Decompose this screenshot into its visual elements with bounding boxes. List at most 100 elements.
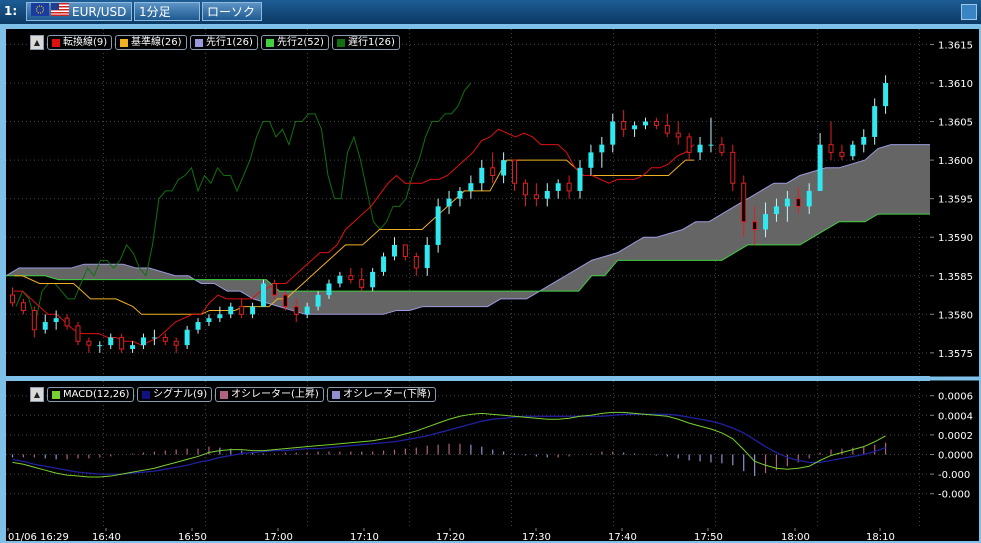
candle-body: [664, 124, 670, 134]
legend-item-chikou[interactable]: 遅行1(26): [332, 35, 400, 50]
macd-y-tick-label: 0.0000: [938, 451, 973, 462]
x-tick-label: 17:30: [522, 532, 551, 543]
candle-body: [697, 144, 703, 153]
candle-body: [675, 132, 681, 138]
candle-body: [883, 82, 889, 107]
legend-label: シグナル(9): [153, 389, 208, 400]
candle-body: [599, 144, 605, 153]
x-tick-label: 17:20: [436, 532, 465, 543]
candle-body: [850, 144, 856, 157]
candle-body: [763, 214, 769, 230]
candle-body: [239, 306, 245, 315]
macd-y-tick-label: -0.000: [938, 490, 970, 501]
legend-item-kijun[interactable]: 基準線(26): [115, 35, 187, 50]
candle-body: [97, 345, 103, 347]
candle-body: [53, 318, 59, 323]
candle: [261, 279, 267, 307]
legend-item-tenkan[interactable]: 転換線(9): [47, 35, 113, 50]
candle-body: [522, 182, 528, 196]
legend-label: MACD(12,26): [63, 389, 130, 400]
price-y-tick-label: 1.3575: [938, 349, 973, 360]
legend-item-senkou2[interactable]: 先行2(52): [261, 35, 329, 50]
candle-body: [457, 190, 463, 199]
price-y-tick-label: 1.3595: [938, 195, 973, 206]
legend-swatch: [332, 391, 340, 399]
window-control-button[interactable]: [961, 4, 977, 20]
legend-swatch: [195, 39, 203, 47]
candle: [75, 322, 81, 346]
macd-y-tick-label: -0.000: [938, 470, 970, 481]
candle-body: [784, 198, 790, 207]
candle-body: [86, 340, 92, 346]
chart-type-selector[interactable]: ローソク: [202, 2, 262, 21]
candle-body: [304, 306, 310, 315]
x-tick-label: 18:00: [781, 532, 810, 543]
candle-body: [708, 144, 714, 146]
legend-item-senkou1[interactable]: 先行1(26): [190, 35, 258, 50]
legend-label: オシレーター(下降): [343, 389, 431, 400]
candle-body: [839, 151, 845, 157]
legend-swatch: [266, 39, 274, 47]
collapse-price-legend-button[interactable]: ▲: [30, 35, 44, 50]
legend-label: 遅行1(26): [348, 37, 395, 48]
candle-body: [348, 275, 354, 281]
candle-body: [621, 121, 627, 130]
candle-body: [206, 318, 212, 323]
candle-body: [861, 136, 867, 145]
candle: [435, 198, 441, 253]
legend-label: オシレーター(上昇): [231, 389, 319, 400]
chart-frame: 1.3615 1.3610 1.3605 1.3600 1.3595 1.3590 1.35…: [0, 24, 981, 543]
candle-body: [435, 206, 441, 245]
candle-body: [413, 255, 419, 269]
legend-item-signal[interactable]: シグナル(9): [137, 387, 213, 402]
candle-body: [872, 106, 878, 137]
candle-body: [402, 244, 408, 257]
candle-body: [795, 198, 801, 207]
price-y-tick-label: 1.3610: [938, 79, 973, 90]
candle-body: [42, 322, 48, 330]
legend-swatch: [220, 391, 228, 399]
legend-label: 先行1(26): [206, 37, 253, 48]
legend-label: 先行2(52): [277, 37, 324, 48]
candle-body: [151, 337, 157, 339]
candle-body: [424, 244, 430, 269]
legend-item-osc-down[interactable]: オシレーター(下降): [327, 387, 436, 402]
candle-body: [533, 194, 539, 200]
macd-panel: [6, 381, 930, 528]
currency-pair-selector[interactable]: EUR/USD: [26, 2, 132, 21]
candle-body: [20, 302, 26, 311]
timeframe-selector[interactable]: 1分足: [134, 2, 200, 21]
legend-item-macd[interactable]: MACD(12,26): [47, 387, 135, 402]
candle-body: [130, 345, 136, 350]
legend-label: 基準線(26): [131, 37, 182, 48]
candle-body: [293, 306, 299, 315]
candle-body: [479, 167, 485, 184]
candle-body: [381, 256, 387, 272]
candle-body: [173, 340, 179, 346]
x-tick-label: 17:50: [694, 532, 723, 543]
candle-body: [577, 167, 583, 191]
legend-swatch: [120, 39, 128, 47]
macd-y-tick-label: 0.0004: [938, 411, 973, 422]
candle-body: [730, 151, 736, 184]
candle-body: [588, 152, 594, 168]
legend-item-osc-up[interactable]: オシレーター(上昇): [215, 387, 324, 402]
candle-body: [337, 275, 343, 284]
candle-body: [140, 337, 146, 346]
candle-body: [184, 329, 190, 346]
candle-body: [828, 144, 834, 153]
macd-y-tick-label: 0.0006: [938, 392, 973, 403]
chart-toolbar: 1: EUR/USD 1分足 ローソク: [0, 0, 981, 25]
candle-body: [446, 198, 452, 207]
candle-body: [108, 337, 114, 346]
x-tick-label: 16:50: [178, 532, 207, 543]
chart-index-label: 1:: [4, 4, 18, 18]
candle-body: [653, 121, 659, 126]
chart-canvas[interactable]: 1.3615 1.3610 1.3605 1.3600 1.3595 1.3590 1.35…: [0, 24, 981, 543]
collapse-macd-legend-button[interactable]: ▲: [30, 387, 44, 402]
legend-label: 転換線(9): [63, 37, 108, 48]
price-y-tick-label: 1.3590: [938, 233, 973, 244]
legend-swatch: [52, 391, 60, 399]
candle-body: [75, 325, 81, 342]
candle-body: [261, 283, 267, 307]
